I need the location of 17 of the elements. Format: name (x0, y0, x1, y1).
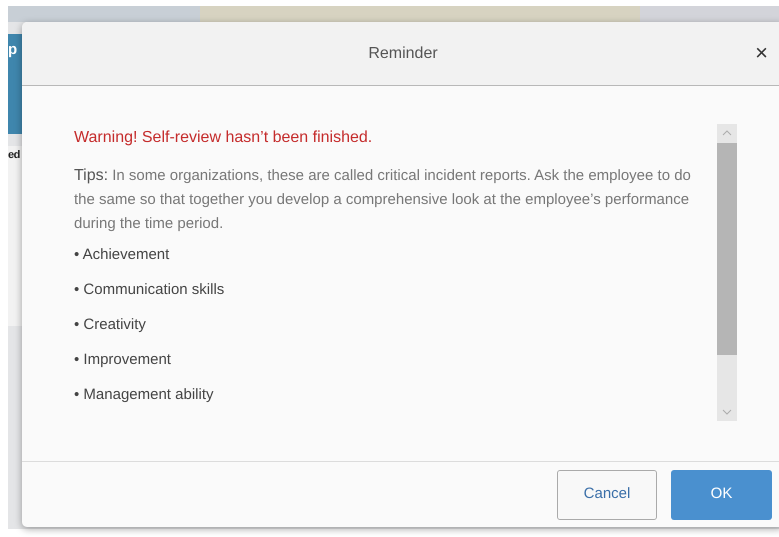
list-item: • Management ability (74, 385, 214, 405)
chevron-down-icon[interactable] (722, 409, 732, 415)
cancel-button[interactable]: Cancel (557, 470, 657, 520)
list-item: • Improvement (74, 350, 172, 370)
tips-text: Tips: In some organizations, these are called critical incident reports. Ask the employee to do the same so that together you develop a comprehensive look at the employee’s performance during the time period. (74, 166, 692, 234)
background-text: p (8, 42, 18, 57)
list-item: • Achievement (74, 245, 170, 265)
ok-button[interactable]: OK (671, 470, 772, 520)
chevron-up-icon[interactable] (722, 130, 732, 136)
scrollbar-thumb[interactable] (717, 143, 737, 355)
list-item: • Creativity (74, 315, 147, 335)
close-button[interactable]: × (755, 42, 768, 64)
scrollbar[interactable] (717, 124, 737, 421)
list-item: • Communication skills (74, 280, 226, 300)
warning-message: Warning! Self-review hasn’t been finished. (74, 128, 374, 148)
dialog-title: Reminder (368, 44, 438, 64)
background-text: ed (8, 150, 20, 161)
